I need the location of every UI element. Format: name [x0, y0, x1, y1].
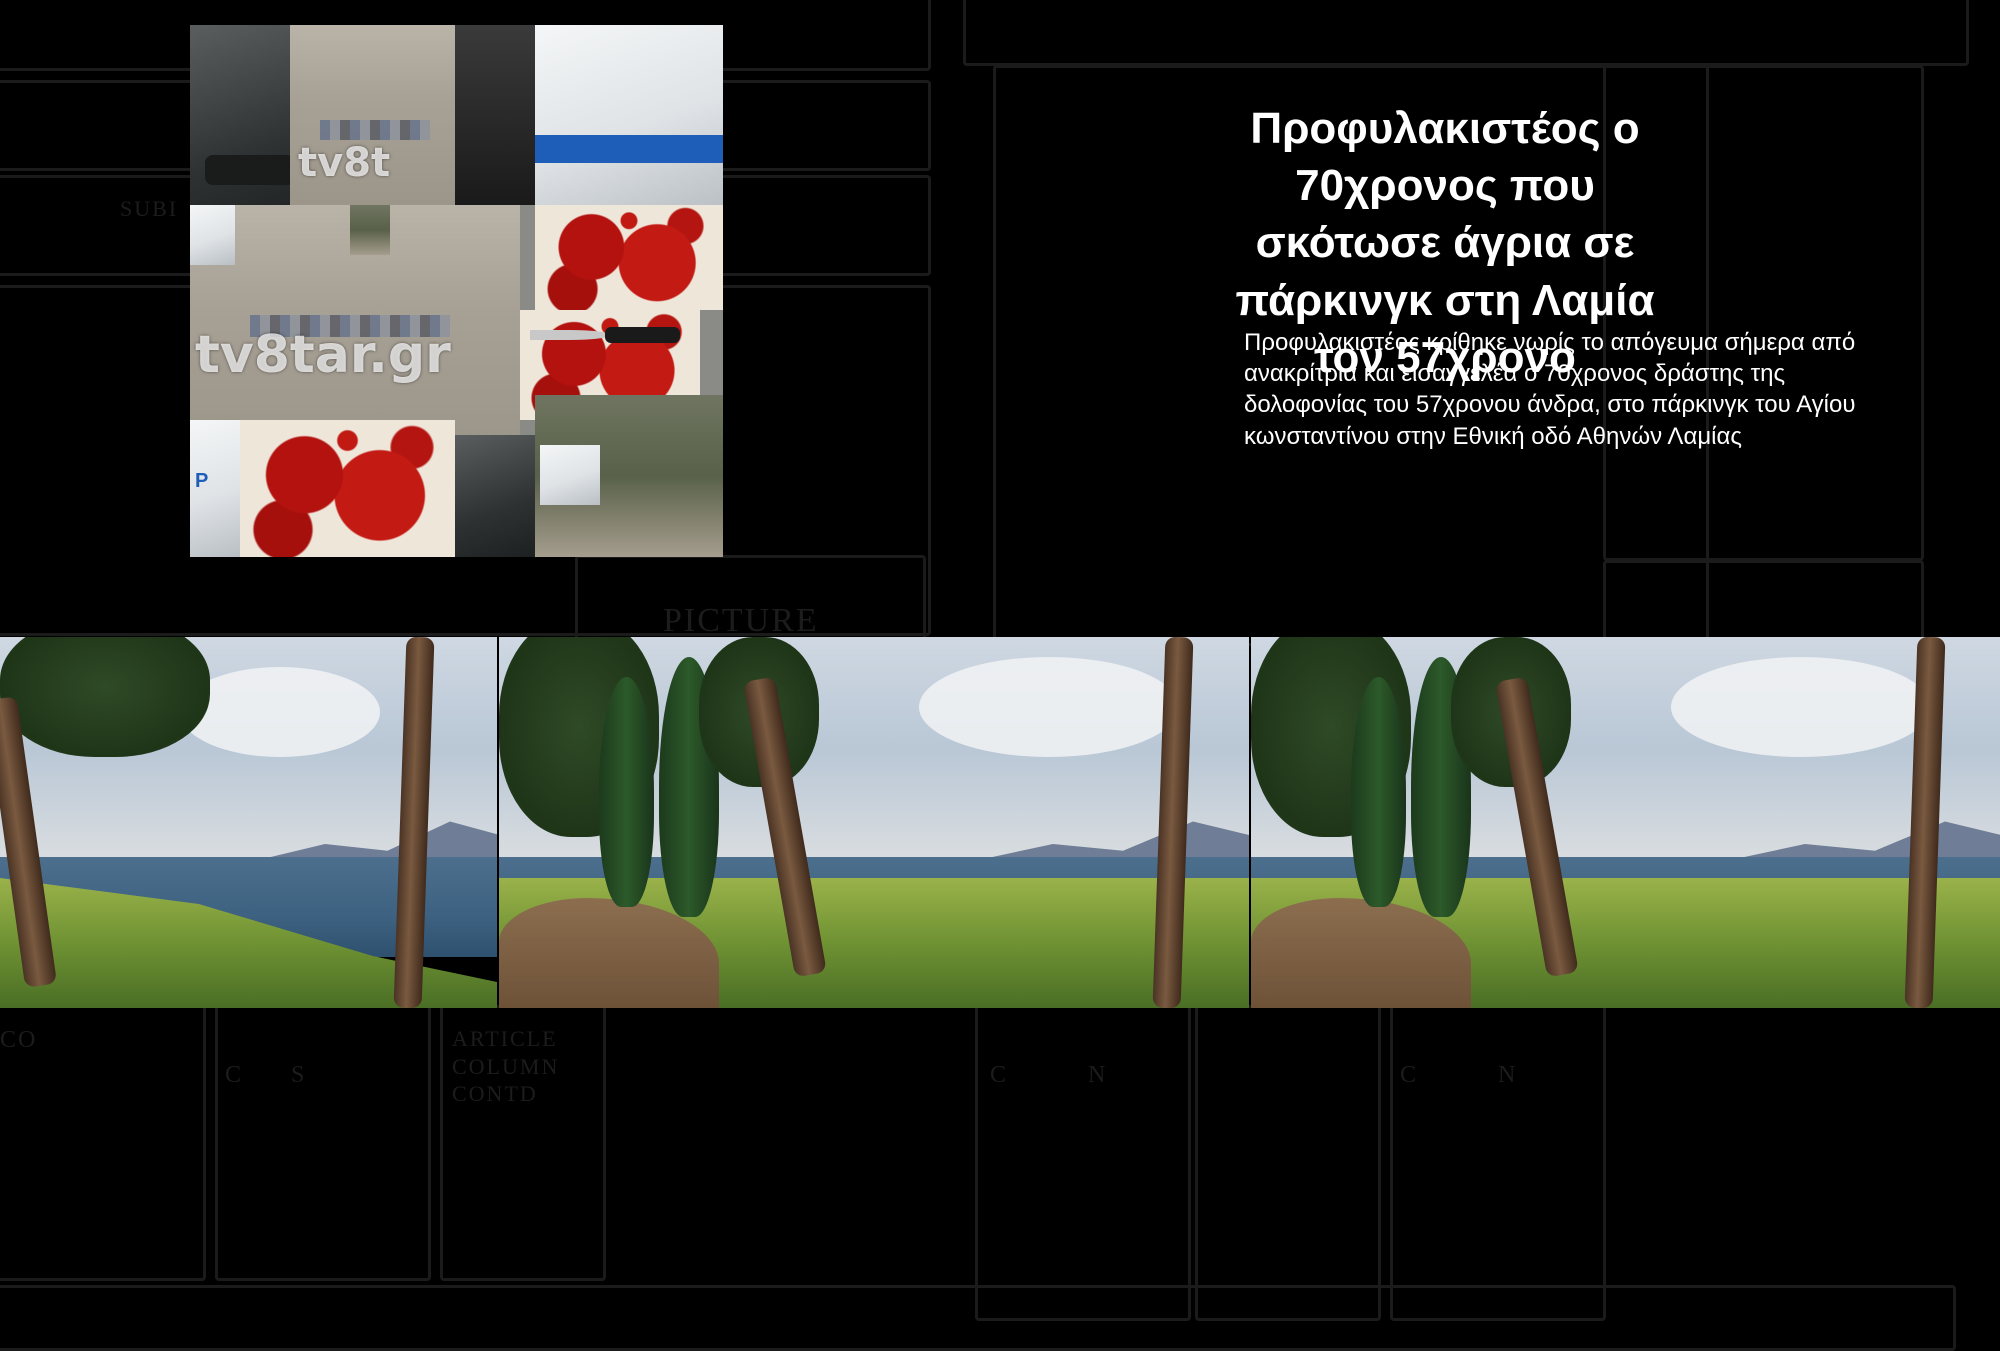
- photo-car-bottom: [455, 435, 535, 557]
- watermark-large: tv8tar.gr: [195, 325, 451, 385]
- grid-box: [975, 1005, 1191, 1321]
- ghost-label-col2: C S: [225, 1062, 307, 1088]
- photo-blood-bottom: [240, 420, 455, 557]
- photo-trees-bottom: [535, 395, 723, 557]
- photo-police-car-left: P: [190, 420, 240, 557]
- grid-box: [963, 0, 1969, 66]
- landscape-photo-3: [1251, 637, 2000, 1008]
- ghost-label-col4: C N: [1400, 1062, 1518, 1088]
- blurred-figure: [320, 120, 430, 140]
- watermark-small: tv8t: [298, 140, 391, 186]
- grid-box: [1603, 560, 1924, 646]
- photo-police-car-top: [535, 25, 723, 210]
- photo-scene-top: tv8t: [290, 25, 455, 205]
- landscape-photo-2: [499, 637, 1249, 1008]
- grid-box: [1390, 1005, 1606, 1321]
- photo-scene-main: tv8tar.gr: [190, 205, 520, 445]
- article-lead: Προφυλακιστέος κρίθηκε νωρίς το απόγευμα…: [1244, 329, 1856, 450]
- photo-collage: tv8t tv8tar.gr P: [190, 25, 723, 557]
- landscape-photo-1: [0, 637, 497, 1008]
- photo-dark-car: [190, 25, 300, 235]
- photo-police-officer: [455, 25, 535, 205]
- grid-box: [215, 1005, 431, 1281]
- grid-box: [0, 1285, 1956, 1351]
- ghost-label-col3: C N: [990, 1062, 1108, 1088]
- ghost-label-col1: CO: [0, 1027, 38, 1053]
- photo-blood-top: [535, 205, 723, 310]
- landscape-photo-strip: [0, 637, 2000, 1008]
- ghost-label-article-column: ARTICLE COLUMN CONTD: [452, 1026, 560, 1106]
- grid-box: [1195, 1005, 1381, 1321]
- ghost-label-sub: SUBI: [120, 196, 179, 221]
